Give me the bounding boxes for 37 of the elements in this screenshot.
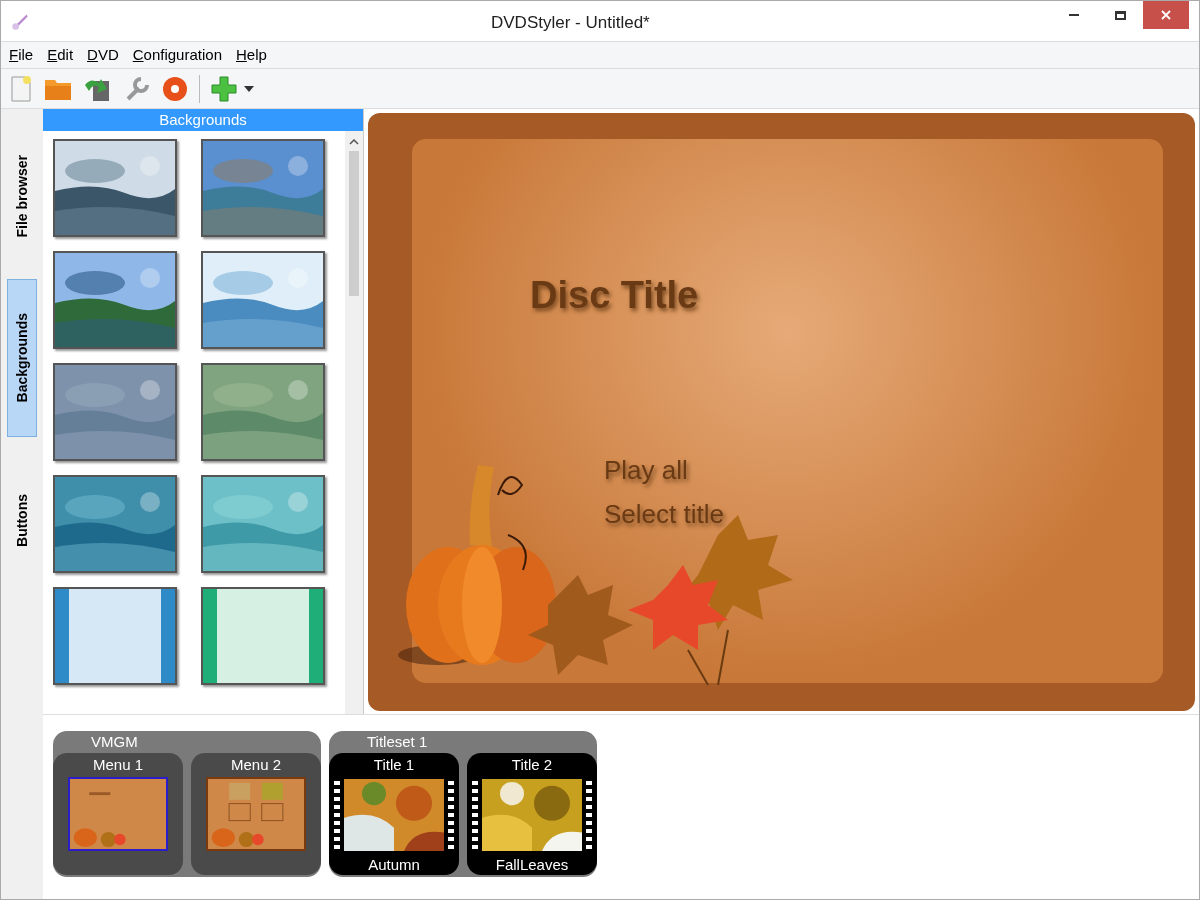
panel-header: Backgrounds	[43, 109, 363, 131]
film-strip-icon	[333, 779, 341, 851]
menu-button-text: Select title	[604, 498, 724, 531]
side-tab[interactable]: Backgrounds	[7, 279, 37, 437]
card-title: Menu 1	[92, 755, 143, 775]
menu-item[interactable]: Configuration	[132, 43, 222, 67]
menu-card[interactable]: Menu 1	[53, 753, 183, 875]
side-tab[interactable]: File browser	[7, 117, 37, 275]
menu-button-text: Play all	[604, 454, 688, 487]
dropdown-caret-icon[interactable]	[244, 85, 254, 92]
group-label: VMGM	[90, 732, 139, 752]
menu-item[interactable]: DVD	[87, 43, 119, 67]
menu-card[interactable]: Menu 2	[191, 753, 321, 875]
title-card[interactable]: Title 2 FallLeaves	[467, 753, 597, 875]
card-caption: Autumn	[368, 855, 420, 875]
film-strip-icon	[585, 779, 593, 851]
title-card[interactable]: Title 1 Autumn	[329, 753, 459, 875]
group-label: Titleset 1	[366, 732, 429, 752]
card-title: Title 1	[373, 755, 415, 775]
film-strip-icon	[447, 779, 455, 851]
close-icon	[1161, 10, 1171, 20]
scroll-up-icon[interactable]	[349, 139, 359, 145]
add-icon[interactable]	[210, 74, 238, 103]
scrollbar-thumb[interactable]	[349, 151, 359, 296]
card-title: Title 2	[511, 755, 553, 775]
close-button[interactable]	[1143, 1, 1189, 29]
card-caption: FallLeaves	[495, 855, 569, 875]
card-title: Menu 2	[230, 755, 281, 775]
menu-item[interactable]: File	[9, 43, 34, 67]
film-strip-icon	[471, 779, 479, 851]
disc-icon[interactable]	[161, 74, 189, 103]
menu-item[interactable]: Help	[236, 43, 267, 67]
disc-title-text: Disc Title	[530, 273, 699, 318]
window-title: DVDStyler - Untitled*	[491, 12, 650, 34]
menu-item[interactable]: Edit	[47, 43, 74, 67]
side-tab[interactable]: Buttons	[7, 441, 37, 599]
scrollbar[interactable]	[345, 131, 363, 714]
